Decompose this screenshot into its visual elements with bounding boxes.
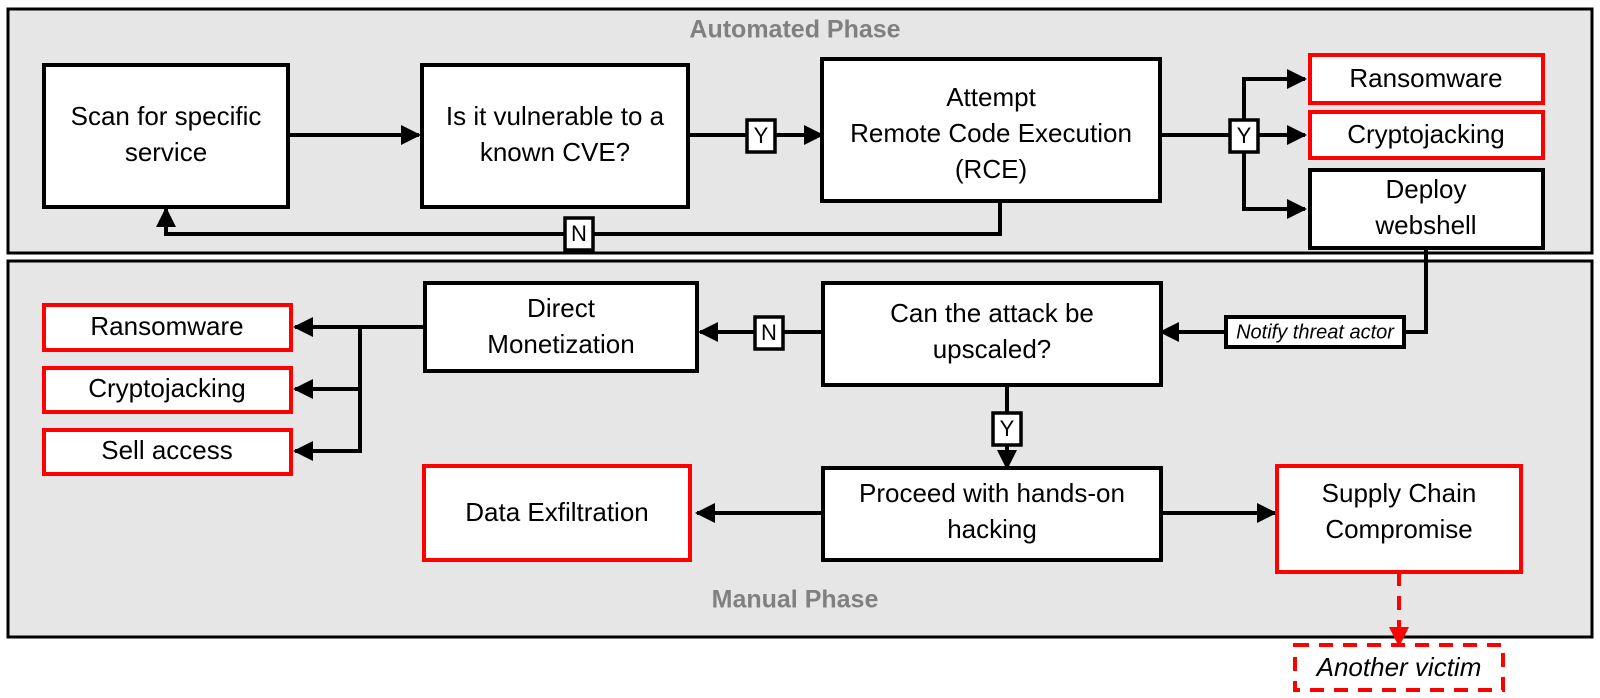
node-ransomware-manual-label: Ransomware: [90, 311, 243, 341]
node-scan-label-line2: service: [125, 137, 207, 167]
phase-label-automated: Automated Phase: [689, 16, 900, 44]
node-cve-label-line1: Is it vulnerable to a: [446, 101, 665, 131]
edge-tag-cve-no: N: [571, 221, 587, 246]
node-data-exfiltration-label: Data Exfiltration: [465, 497, 649, 527]
node-supply-chain-label-line1: Supply Chain: [1322, 478, 1477, 508]
edge-tag-rce-yes: Y: [1237, 123, 1252, 148]
node-notify-threat-actor-label: Notify threat actor: [1236, 321, 1395, 343]
node-sell-access-label: Sell access: [101, 435, 233, 465]
node-monetize-label-line2: Monetization: [487, 329, 634, 359]
edge-tag-cve-yes: Y: [754, 123, 769, 148]
node-webshell-label-line2: webshell: [1374, 210, 1476, 240]
node-rce-label-line3: (RCE): [955, 154, 1027, 184]
edge-tag-upscale-yes: Y: [1000, 416, 1015, 441]
flowchart-svg: Automated Phase Manual Phase Scan for sp…: [6, 7, 1594, 692]
node-supply-chain-label-line2: Compromise: [1325, 514, 1472, 544]
node-webshell-label-line1: Deploy: [1386, 174, 1467, 204]
node-cryptojacking-automated-label: Cryptojacking: [1347, 119, 1505, 149]
node-cryptojacking-manual-label: Cryptojacking: [88, 373, 246, 403]
node-another-victim-label: Another victim: [1315, 652, 1482, 682]
node-rce-label-line1: Attempt: [946, 82, 1036, 112]
flowchart-canvas: Automated Phase Manual Phase Scan for sp…: [0, 0, 1600, 698]
node-upscale-label-line1: Can the attack be: [890, 298, 1094, 328]
node-cve-label-line2: known CVE?: [480, 137, 630, 167]
node-handson-label-line2: hacking: [947, 514, 1037, 544]
node-ransomware-automated-label: Ransomware: [1349, 63, 1502, 93]
node-handson-label-line1: Proceed with hands-on: [859, 478, 1125, 508]
edge-tag-upscale-no: N: [761, 320, 777, 345]
node-rce-label-line2: Remote Code Execution: [850, 118, 1132, 148]
node-scan-label-line1: Scan for specific: [71, 101, 262, 131]
node-monetize-label-line1: Direct: [527, 293, 596, 323]
phase-label-manual: Manual Phase: [712, 586, 879, 614]
node-upscale-label-line2: upscaled?: [933, 334, 1052, 364]
